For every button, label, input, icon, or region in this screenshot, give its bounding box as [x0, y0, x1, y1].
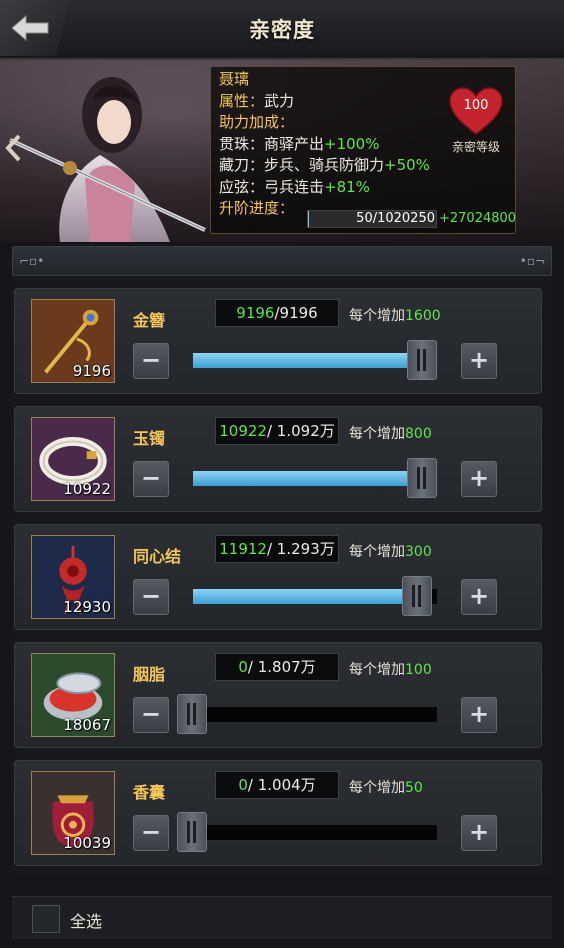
item-count: 18067 — [63, 716, 111, 734]
per-item-bonus: 每个增加50 — [349, 780, 423, 796]
page-title: 亲密度 — [249, 18, 315, 42]
decrease-button[interactable]: − — [133, 343, 169, 379]
bonus-row: 藏刀：步兵、骑兵防御力+50% — [219, 156, 430, 174]
item-name: 同心结 — [133, 547, 182, 566]
per-item-bonus: 每个增加100 — [349, 662, 432, 678]
amount-slider[interactable] — [193, 458, 437, 498]
bonus-row: 应弦：弓兵连击+81% — [219, 177, 370, 196]
item-count: 10039 — [63, 834, 111, 852]
slider-handle[interactable] — [407, 458, 437, 498]
progress-bonus: +27024800 — [439, 211, 517, 226]
item-icon-frame: 10922 — [31, 417, 115, 501]
increase-button[interactable]: + — [461, 343, 497, 379]
slider-handle[interactable] — [407, 340, 437, 380]
item-count: 10922 — [63, 480, 111, 498]
hero-portrait — [9, 77, 206, 242]
amount-field[interactable]: 0/ 1.004万 — [215, 771, 339, 799]
ornament-icon: •▫¬ — [519, 254, 545, 268]
item-icon-frame: 10039 — [31, 771, 115, 855]
section-divider: ⌐▫• •▫¬ — [12, 246, 552, 276]
amount-slider[interactable] — [177, 812, 437, 852]
increase-button[interactable]: + — [461, 461, 497, 497]
slider-fill — [193, 353, 437, 368]
slider-fill — [193, 471, 437, 486]
item-name: 胭脂 — [133, 665, 166, 684]
item-icon-frame: 9196 — [31, 299, 115, 383]
amount-slider[interactable] — [193, 576, 437, 616]
intimacy-level: 100 — [463, 98, 489, 113]
item-name: 金簪 — [133, 311, 166, 330]
item-name: 玉镯 — [133, 429, 166, 448]
item-icon-frame: 18067 — [31, 653, 115, 737]
item-icon-frame: 12930 — [31, 535, 115, 619]
intimacy-level-label: 亲密等级 — [451, 140, 500, 154]
item-count: 9196 — [72, 362, 111, 380]
item-name: 香囊 — [133, 783, 166, 802]
item-count: 12930 — [63, 598, 111, 616]
decrease-button[interactable]: − — [133, 815, 169, 851]
gift-item-card: 10922 玉镯 10922/ 1.092万 每个增加800 − + — [14, 406, 542, 512]
previous-hero-button[interactable] — [2, 128, 24, 168]
decrease-button[interactable]: − — [133, 697, 169, 733]
per-item-bonus: 每个增加800 — [349, 426, 432, 442]
increase-button[interactable]: + — [461, 579, 497, 615]
increase-button[interactable]: + — [461, 815, 497, 851]
gift-item-card: 18067 胭脂 0/ 1.807万 每个增加100 − + — [14, 642, 542, 748]
increase-button[interactable]: + — [461, 697, 497, 733]
amount-slider[interactable] — [193, 340, 437, 380]
select-all-checkbox[interactable] — [32, 905, 60, 933]
per-item-bonus: 每个增加300 — [349, 544, 432, 560]
ornament-icon: ⌐▫• — [19, 254, 45, 268]
amount-slider[interactable] — [177, 694, 437, 734]
chevron-left-icon — [5, 134, 21, 162]
top-bar: 亲密度 — [0, 0, 564, 60]
decrease-button[interactable]: − — [133, 579, 169, 615]
gift-item-card: 9196 金簪 9196/9196 每个增加1600 − + — [14, 288, 542, 394]
slider-handle[interactable] — [177, 694, 207, 734]
per-item-bonus: 每个增加1600 — [349, 308, 441, 324]
amount-field[interactable]: 0/ 1.807万 — [215, 653, 339, 681]
gift-item-card: 12930 同心结 11912/ 1.293万 每个增加300 − + — [14, 524, 542, 630]
amount-field[interactable]: 10922/ 1.092万 — [215, 417, 339, 445]
slider-handle[interactable] — [402, 576, 433, 616]
decrease-button[interactable]: − — [133, 461, 169, 497]
amount-field[interactable]: 11912/ 1.293万 — [215, 535, 339, 563]
select-all-label[interactable]: 全选 — [70, 908, 102, 932]
gift-item-card: 10039 香囊 0/ 1.004万 每个增加50 − + — [14, 760, 542, 866]
amount-field[interactable]: 9196/9196 — [215, 299, 339, 327]
slider-handle[interactable] — [177, 812, 207, 852]
slider-fill — [193, 589, 418, 604]
progress-value: 50/1020250 — [356, 211, 435, 226]
footer-bar: 全选 — [12, 896, 552, 939]
